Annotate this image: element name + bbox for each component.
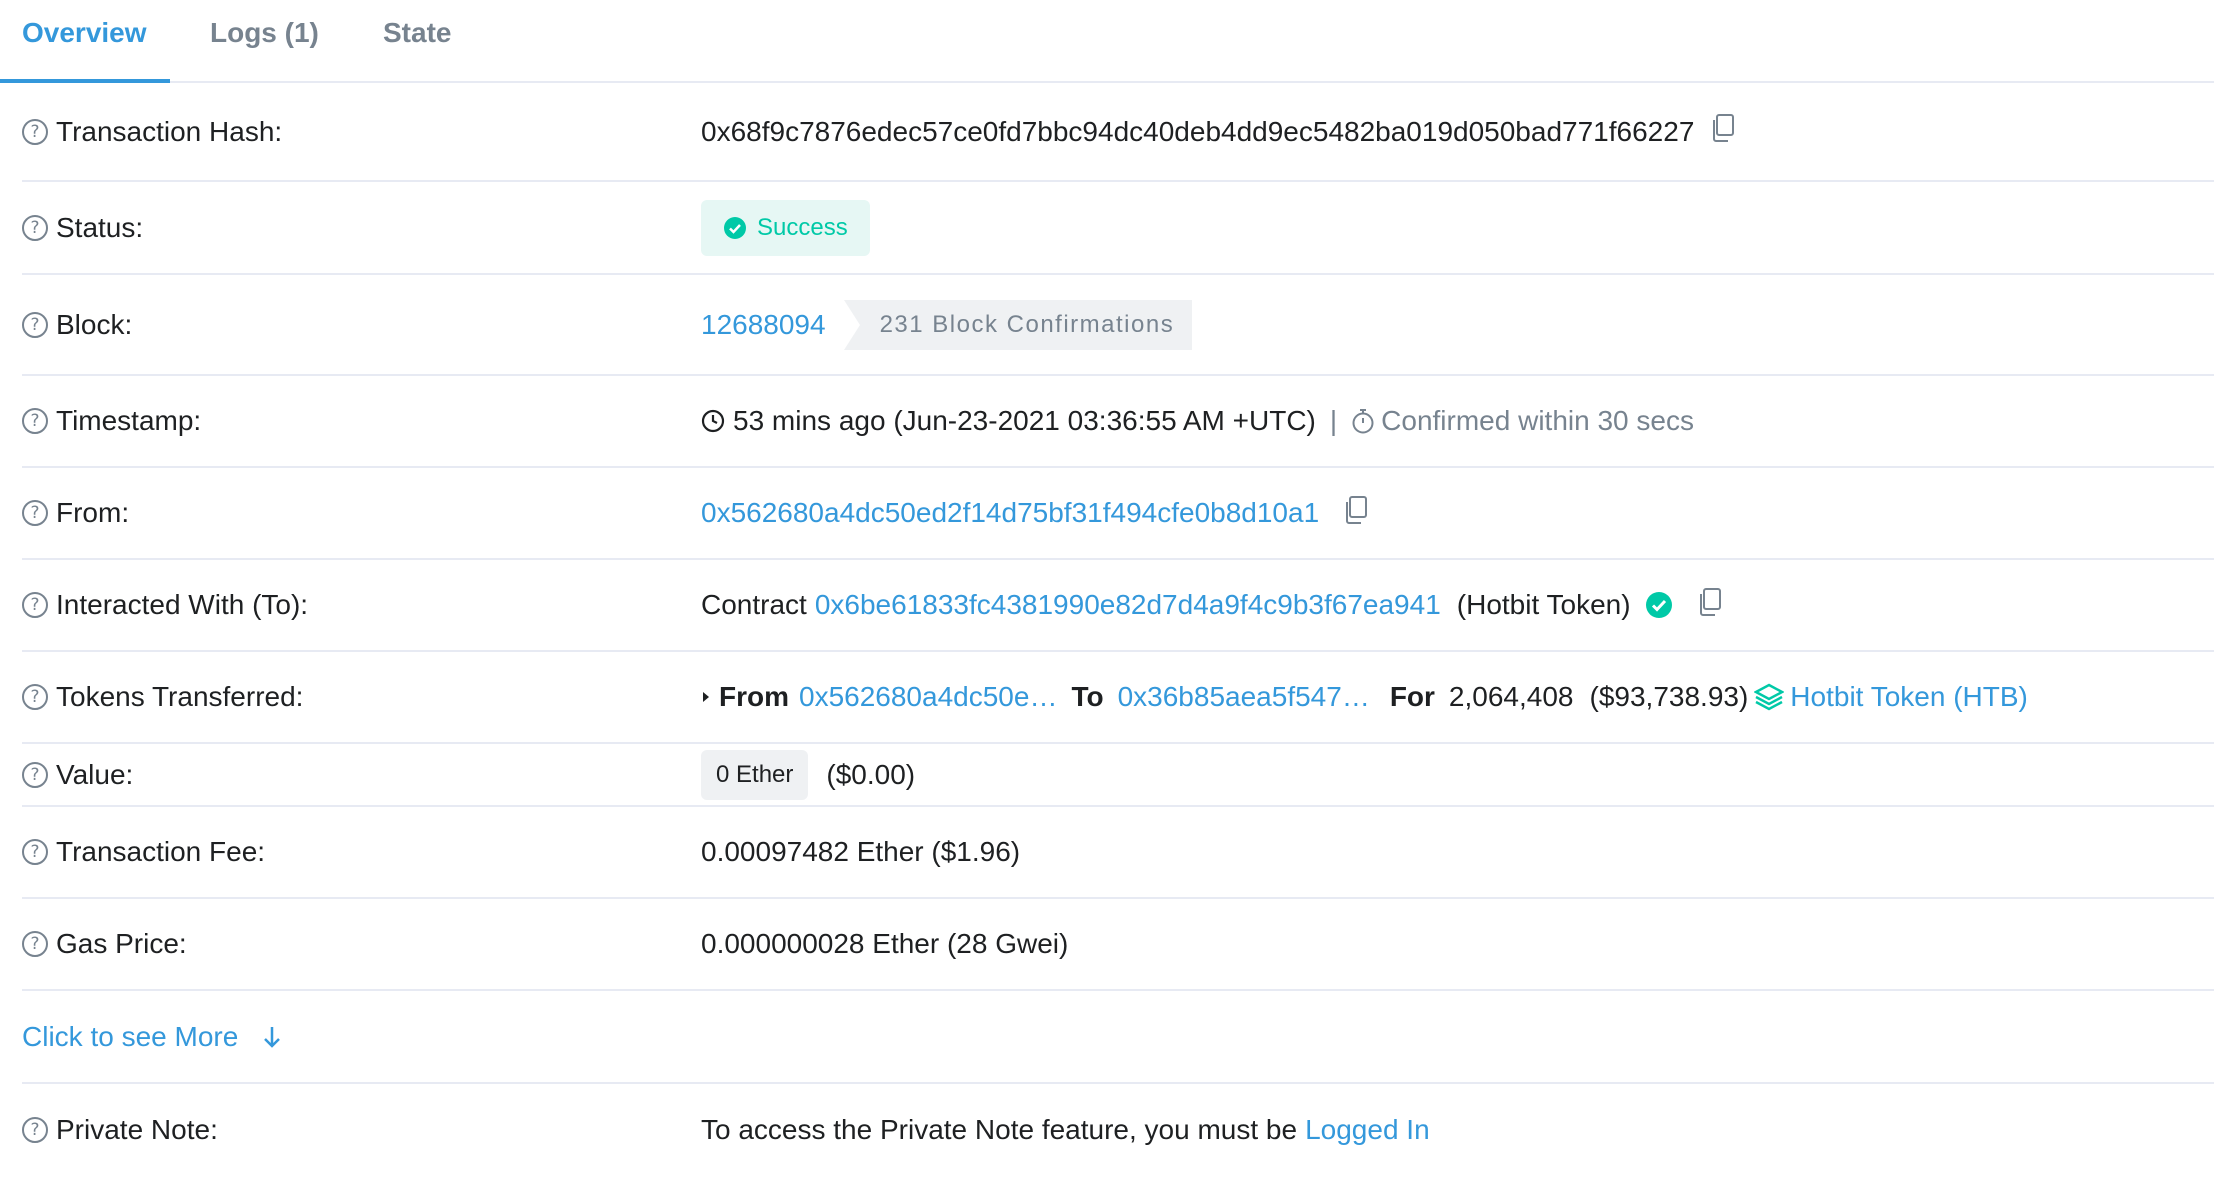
row-label: ? Tokens Transferred: [22,681,303,713]
caret-right-icon [703,692,709,702]
transaction-fee-value: 0.00097482 Ether ($1.96) [701,836,1021,867]
row-timestamp: ? Timestamp: 53 mins ago (Jun-23-2021 03… [22,376,2214,468]
label-text: Block: [56,308,133,340]
row-value: ? Value: 0 Ether ($0.00) [22,744,2214,807]
question-icon[interactable]: ? [22,839,48,865]
verified-check-icon [1645,592,1672,618]
row-private-note: ? Private Note: To access the Private No… [22,1084,2214,1175]
row-value: 12688094 231 Block Confirmations [701,299,1193,350]
label-text: Value: [56,758,134,790]
row-label: ? Timestamp: [22,405,201,437]
question-icon[interactable]: ? [22,214,48,241]
row-value: Success [701,199,870,256]
label-text: Gas Price: [56,928,187,959]
confirmed-within: Confirmed within 30 secs [1381,405,1694,436]
question-icon[interactable]: ? [22,408,48,434]
question-icon[interactable]: ? [22,684,48,710]
row-value: 0.00097482 Ether ($1.96) [701,836,1020,868]
question-icon[interactable]: ? [22,118,48,145]
row-label: ? Value: [22,759,133,791]
contract-address-link[interactable]: 0x6be61833fc4381990e82d7d4a9f4c9b3f67ea9… [815,589,1441,621]
copy-icon[interactable] [1697,587,1723,623]
ether-value-badge: 0 Ether [701,749,809,800]
timestamp-value: 53 mins ago (Jun-23-2021 03:36:55 AM +UT… [733,405,1316,436]
row-value: 53 mins ago (Jun-23-2021 03:36:55 AM +UT… [701,405,1694,437]
row-value: 0x562680a4dc50ed2f14d75bf31f494cfe0b8d10… [701,495,1369,531]
row-label: ? Block: [22,309,132,341]
question-icon[interactable]: ? [22,1116,48,1143]
contract-prefix: Contract [701,589,807,620]
label-text: Private Note: [56,1113,218,1145]
label-text: Interacted With (To): [56,589,309,620]
check-circle-icon [724,216,746,239]
label-text: Transaction Fee: [56,836,266,867]
token-to-label: To [1071,681,1104,712]
row-label: ? Interacted With (To): [22,589,308,621]
row-status: ? Status: Success [22,182,2214,275]
row-value: 0.000000028 Ether (28 Gwei) [701,928,1068,960]
private-note-text: To access the Private Note feature, you … [701,1113,1298,1145]
clock-icon [701,409,725,433]
status-text: Success [757,213,848,241]
separator: | [1329,405,1338,436]
row-label: ? Transaction Hash: [22,116,282,148]
row-label: ? From: [22,497,129,529]
see-more-text: Click to see More [22,1020,239,1052]
question-icon[interactable]: ? [22,311,48,338]
value-usd: ($0.00) [826,758,916,790]
row-value: Contract 0x6be61833fc4381990e82d7d4a9f4c… [701,587,1723,623]
tab-state[interactable]: State [383,17,451,49]
row-label: ? Status: [22,212,143,244]
tab-overview[interactable]: Overview [22,17,147,49]
question-icon[interactable]: ? [22,500,48,526]
question-icon[interactable]: ? [22,761,48,788]
token-to-address-link[interactable]: 0x36b85aea5f547… [1118,681,1370,713]
block-number-link[interactable]: 12688094 [701,309,826,341]
label-text: Timestamp: [56,405,202,436]
row-tokens-transferred: ? Tokens Transferred: From 0x562680a4dc5… [22,652,2214,744]
row-from: ? From: 0x562680a4dc50ed2f14d75bf31f494c… [22,468,2214,560]
status-badge: Success [701,199,870,256]
token-for-label: For [1389,681,1435,712]
tab-bar: Overview Logs (1) State [0,0,2214,83]
row-interacted-with: ? Interacted With (To): Contract 0x6be61… [22,560,2214,652]
see-more-link[interactable]: Click to see More [22,1021,284,1053]
logged-in-link[interactable]: Logged In [1305,1114,1430,1146]
row-transaction-hash: ? Transaction Hash: 0x68f9c7876edec57ce0… [22,83,2214,182]
row-value: From 0x562680a4dc50e… To 0x36b85aea5f547… [701,681,2028,713]
question-icon[interactable]: ? [22,592,48,618]
token-usd-value: ($93,738.93) [1589,681,1749,712]
row-label: ? Private Note: [22,1114,218,1146]
row-value: 0x68f9c7876edec57ce0fd7bbc94dc40deb4dd9e… [701,114,1736,149]
copy-icon[interactable] [1710,114,1736,149]
row-transaction-fee: ? Transaction Fee: 0.00097482 Ether ($1.… [22,807,2214,899]
row-block: ? Block: 12688094 231 Block Confirmation… [22,275,2214,376]
row-see-more: Click to see More [22,991,2214,1084]
tab-logs[interactable]: Logs (1) [210,17,319,49]
row-value: 0 Ether ($0.00) [701,749,916,800]
transaction-details: ? Transaction Hash: 0x68f9c7876edec57ce0… [22,83,2214,1175]
label-text: Transaction Hash: [56,115,283,147]
copy-icon[interactable] [1343,495,1369,531]
contract-name: (Hotbit Token) [1456,589,1631,620]
label-text: Status: [56,211,144,243]
row-gas-price: ? Gas Price: 0.000000028 Ether (28 Gwei) [22,899,2214,991]
arrow-down-icon [264,1026,281,1048]
question-icon[interactable]: ? [22,931,48,957]
token-amount: 2,064,408 [1448,681,1574,712]
hotbit-token-icon [1754,683,1785,711]
token-from-address-link[interactable]: 0x562680a4dc50e… [799,681,1057,713]
stopwatch-icon [1352,409,1374,434]
row-value: To access the Private Note feature, you … [701,1114,1430,1146]
token-from-label: From [719,681,789,712]
block-confirmations-badge: 231 Block Confirmations [843,299,1193,350]
row-label: ? Transaction Fee: [22,836,265,868]
transaction-hash-value: 0x68f9c7876edec57ce0fd7bbc94dc40deb4dd9e… [701,115,1695,147]
label-text: From: [56,497,130,528]
label-text: Tokens Transferred: [56,681,304,712]
token-name-link[interactable]: Hotbit Token (HTB) [1790,681,2028,713]
from-address-link[interactable]: 0x562680a4dc50ed2f14d75bf31f494cfe0b8d10… [701,497,1319,529]
gas-price-value: 0.000000028 Ether (28 Gwei) [701,928,1069,959]
row-label: ? Gas Price: [22,928,187,960]
